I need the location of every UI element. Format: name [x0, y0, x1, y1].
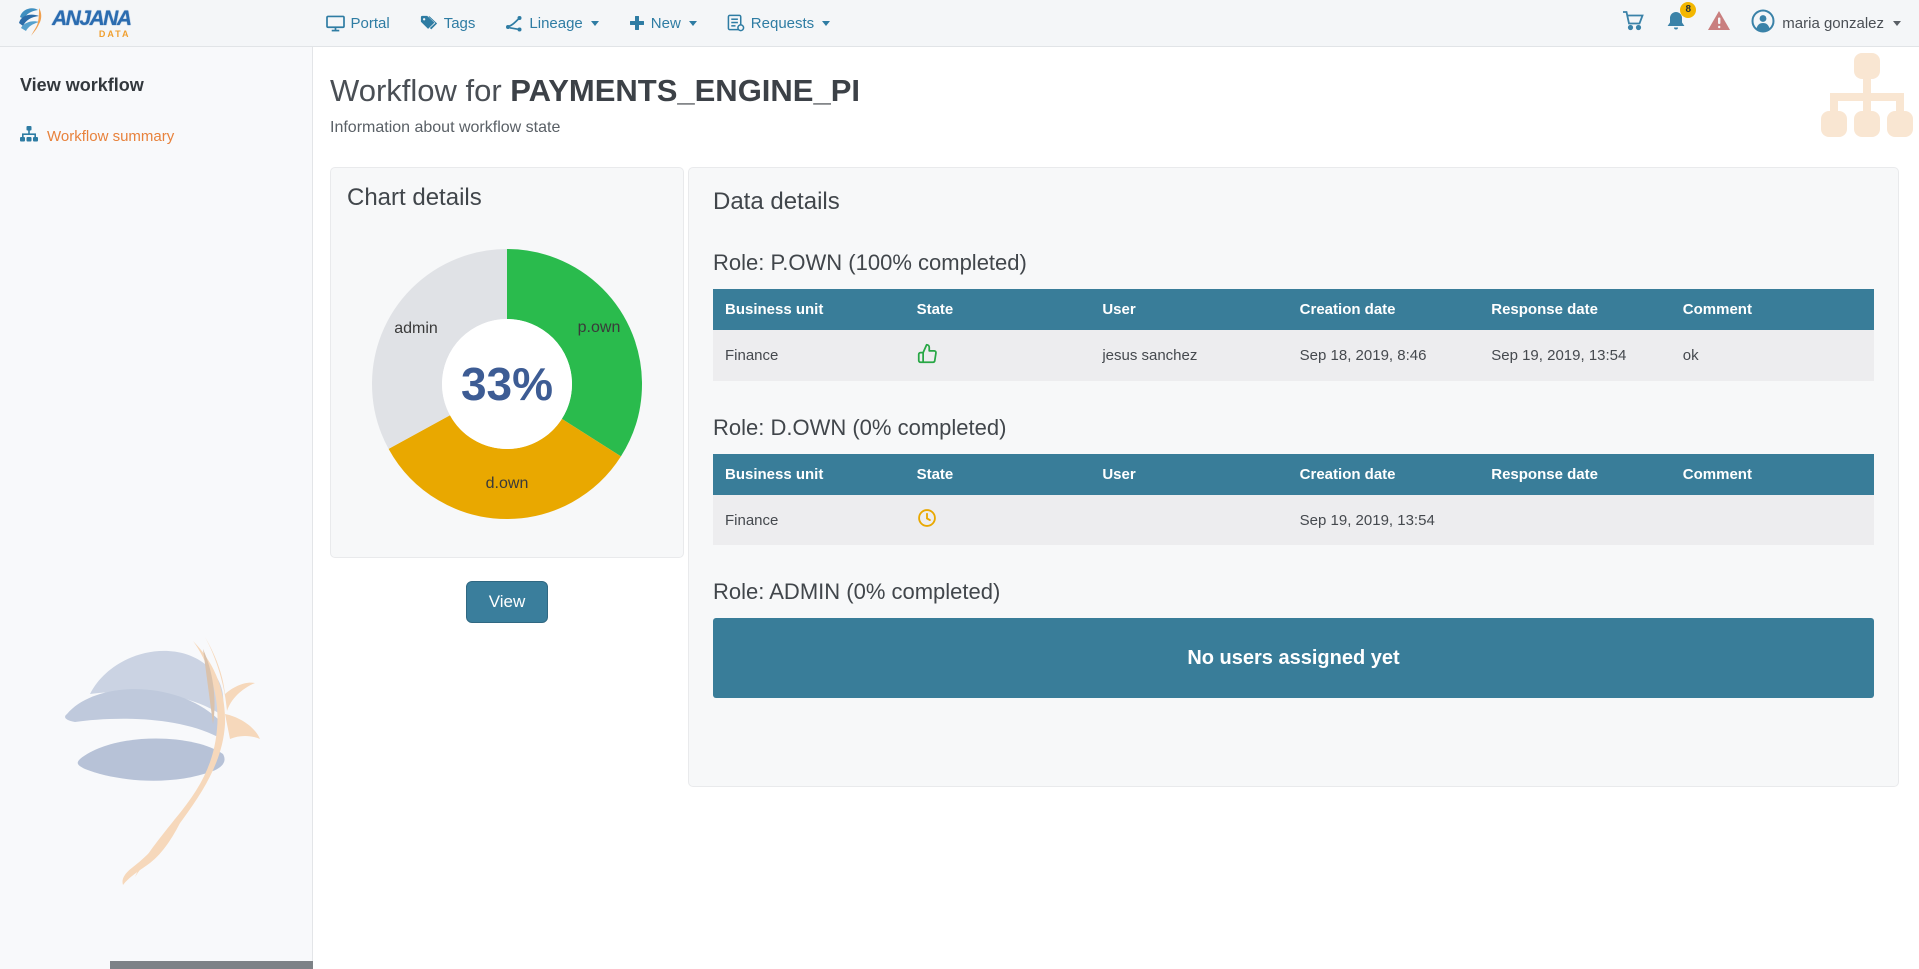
page-subtitle: Information about workflow state — [330, 119, 1899, 137]
fairy-watermark — [55, 619, 285, 894]
role-heading: Role: P.OWN (100% completed) — [713, 250, 1874, 276]
sidebar-item-label: Workflow summary — [47, 128, 174, 145]
role-section-down: Role: D.OWN (0% completed) Business unit… — [713, 415, 1874, 545]
user-name: maria gonzalez — [1782, 15, 1884, 32]
cell-user: jesus sanchez — [1090, 330, 1287, 381]
chevron-down-icon — [591, 21, 599, 26]
lineage-icon — [505, 15, 523, 32]
requests-icon — [727, 14, 745, 32]
menu-item-lineage[interactable]: Lineage — [505, 15, 598, 32]
role-table-pown: Business unit State User Creation date R… — [713, 289, 1874, 381]
no-users-banner: No users assigned yet — [713, 618, 1874, 698]
menu-item-new[interactable]: New — [629, 15, 697, 32]
page-title: Workflow for PAYMENTS_ENGINE_PI — [330, 73, 1899, 109]
chevron-down-icon — [1893, 21, 1901, 26]
cell-business-unit: Finance — [713, 495, 905, 545]
cell-user — [1090, 495, 1287, 545]
main-menu: Portal Tags Line — [326, 14, 831, 32]
brand-name: ANJANA — [52, 8, 131, 29]
monitor-icon — [326, 15, 345, 32]
plus-icon — [629, 15, 645, 31]
page-title-prefix: Workflow for — [330, 73, 510, 108]
view-button[interactable]: View — [466, 581, 549, 623]
main-content: Workflow for PAYMENTS_ENGINE_PI Informat… — [313, 47, 1919, 969]
sidebar-item-workflow-summary[interactable]: Workflow summary — [20, 126, 292, 147]
col-header-response-date: Response date — [1479, 454, 1671, 495]
table-header-row: Business unit State User Creation date R… — [713, 289, 1874, 330]
donut-center-percent: 33% — [461, 357, 553, 411]
role-section-admin: Role: ADMIN (0% completed) No users assi… — [713, 579, 1874, 698]
tags-icon — [420, 15, 438, 32]
data-card-title: Data details — [713, 188, 1874, 216]
anjana-data-logo[interactable]: ANJANA DATA — [18, 5, 131, 42]
cell-response-date: Sep 19, 2019, 13:54 — [1479, 330, 1671, 381]
warning-triangle-icon — [1707, 10, 1731, 36]
menu-label: Requests — [751, 15, 814, 32]
page-title-entity: PAYMENTS_ENGINE_PI — [510, 73, 860, 108]
notifications-button[interactable]: 8 — [1665, 10, 1687, 37]
role-heading: Role: ADMIN (0% completed) — [713, 579, 1874, 605]
col-header-state: State — [905, 454, 1091, 495]
notifications-badge: 8 — [1680, 2, 1696, 18]
cart-icon — [1622, 10, 1645, 36]
donut-label-admin: admin — [394, 320, 438, 338]
menu-item-portal[interactable]: Portal — [326, 15, 390, 32]
table-row: Finance Sep 19, 2019, 13:54 — [713, 495, 1874, 545]
sidebar-title: View workflow — [20, 75, 292, 96]
cell-state — [905, 330, 1091, 381]
cell-creation-date: Sep 18, 2019, 8:46 — [1288, 330, 1480, 381]
fairy-logo-icon — [18, 5, 48, 42]
clock-icon — [917, 508, 937, 532]
cell-comment: ok — [1671, 330, 1874, 381]
user-menu[interactable]: maria gonzalez — [1751, 9, 1901, 37]
alerts-button[interactable] — [1707, 10, 1731, 36]
menu-label: New — [651, 15, 681, 32]
data-details-card: Data details Role: P.OWN (100% completed… — [688, 167, 1899, 787]
donut-label-pown: p.own — [578, 319, 621, 337]
menu-item-requests[interactable]: Requests — [727, 14, 830, 32]
user-avatar-icon — [1751, 9, 1775, 37]
col-header-comment: Comment — [1671, 289, 1874, 330]
top-navbar: ANJANA DATA Portal Tags — [0, 0, 1919, 47]
col-header-comment: Comment — [1671, 454, 1874, 495]
workflow-sitemap-icon — [1821, 53, 1913, 144]
cell-response-date — [1479, 495, 1671, 545]
role-table-down: Business unit State User Creation date R… — [713, 454, 1874, 545]
menu-label: Tags — [444, 15, 476, 32]
left-sidebar: View workflow Workflow summary — [0, 47, 313, 969]
cart-button[interactable] — [1622, 10, 1645, 36]
table-header-row: Business unit State User Creation date R… — [713, 454, 1874, 495]
role-heading: Role: D.OWN (0% completed) — [713, 415, 1874, 441]
sitemap-icon — [20, 126, 38, 147]
thumbs-up-icon — [917, 343, 938, 368]
col-header-creation-date: Creation date — [1288, 454, 1480, 495]
bottom-scroll-strip — [110, 961, 313, 969]
cell-state — [905, 495, 1091, 545]
brand-subtitle: DATA — [99, 30, 131, 39]
col-header-business-unit: Business unit — [713, 454, 905, 495]
chart-card-title: Chart details — [347, 184, 667, 212]
chart-details-card: Chart details admin p.own d.own 33% — [330, 167, 684, 558]
table-row: Finance jesus sanchez Sep 18 — [713, 330, 1874, 381]
role-section-pown: Role: P.OWN (100% completed) Business un… — [713, 250, 1874, 381]
col-header-business-unit: Business unit — [713, 289, 905, 330]
cell-comment — [1671, 495, 1874, 545]
cell-business-unit: Finance — [713, 330, 905, 381]
menu-label: Lineage — [529, 15, 582, 32]
col-header-state: State — [905, 289, 1091, 330]
donut-label-down: d.own — [486, 475, 529, 493]
navbar-right-group: 8 maria gonzalez — [1622, 9, 1901, 37]
chevron-down-icon — [822, 21, 830, 26]
cell-creation-date: Sep 19, 2019, 13:54 — [1288, 495, 1480, 545]
donut-chart: admin p.own d.own 33% — [367, 244, 647, 524]
col-header-user: User — [1090, 454, 1287, 495]
col-header-creation-date: Creation date — [1288, 289, 1480, 330]
col-header-response-date: Response date — [1479, 289, 1671, 330]
chevron-down-icon — [689, 21, 697, 26]
menu-item-tags[interactable]: Tags — [420, 15, 476, 32]
col-header-user: User — [1090, 289, 1287, 330]
menu-label: Portal — [351, 15, 390, 32]
